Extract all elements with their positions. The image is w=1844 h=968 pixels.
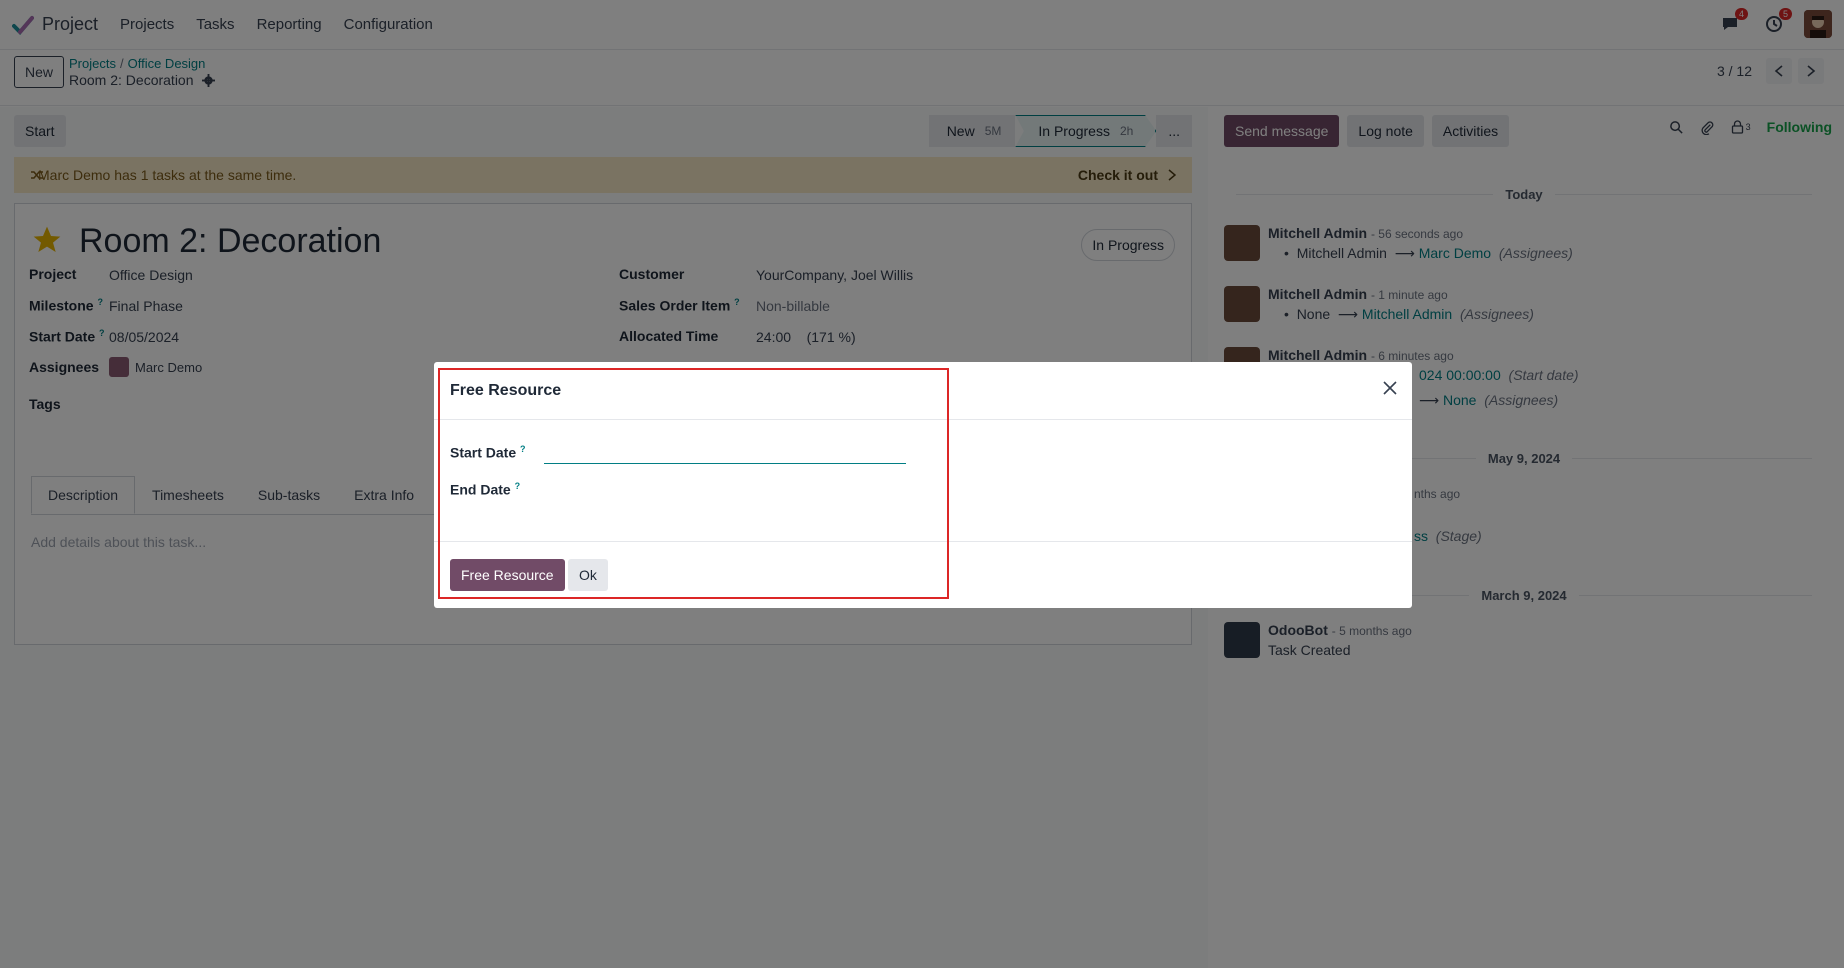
dialog-footer-divider (434, 541, 1412, 542)
free-resource-dialog: Free Resource Start Date ? End Date ? Fr… (434, 362, 1412, 608)
dialog-header: Free Resource (434, 362, 1412, 420)
start-date-input[interactable] (544, 440, 906, 464)
close-icon[interactable] (1382, 380, 1398, 396)
free-resource-button[interactable]: Free Resource (450, 559, 565, 591)
label-dialog-end-date: End Date ? (450, 481, 521, 498)
ok-button[interactable]: Ok (568, 559, 608, 591)
dialog-title: Free Resource (450, 381, 562, 399)
label-dialog-start-date: Start Date ? (450, 444, 526, 461)
